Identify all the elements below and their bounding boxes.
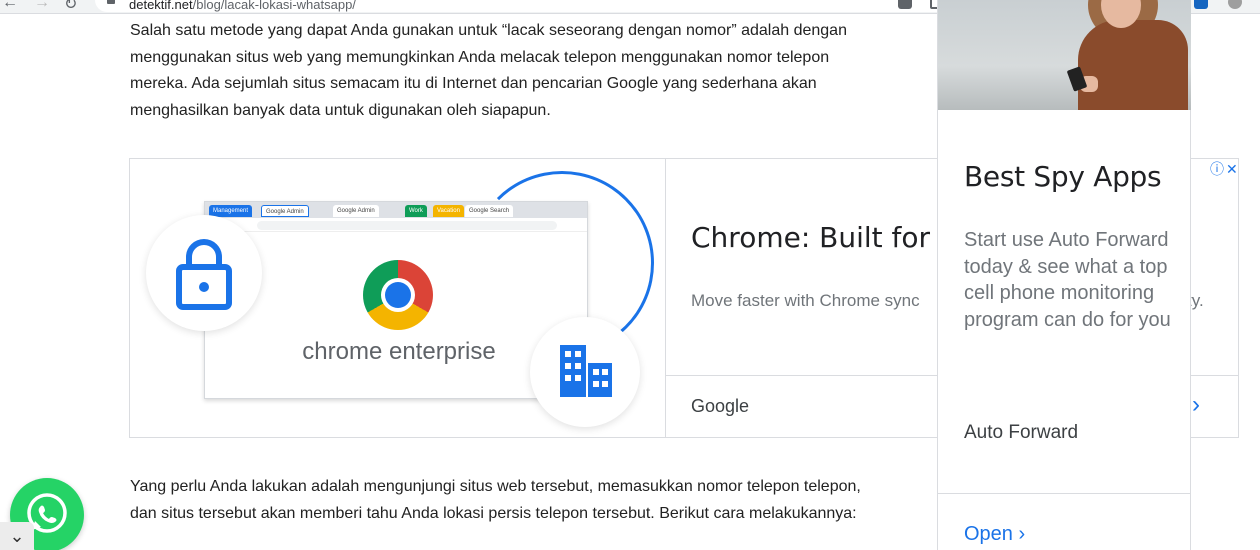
side-ad-advertiser[interactable]: Auto Forward xyxy=(964,422,1078,444)
url-domain: detektif.net xyxy=(129,0,193,12)
mockup-omnibox xyxy=(257,221,557,230)
open-button[interactable]: Open › xyxy=(964,523,1025,546)
url-text: detektif.net/blog/lacak-lokasi-whatsapp/ xyxy=(129,0,356,12)
ad-description[interactable]: Move faster with Chrome sync xyxy=(691,291,920,311)
building-badge xyxy=(530,317,640,427)
ad-advertiser[interactable]: Google xyxy=(691,396,749,417)
back-icon[interactable]: ← xyxy=(2,0,18,12)
forward-icon[interactable]: → xyxy=(34,0,50,12)
extension-icon[interactable] xyxy=(1194,0,1208,9)
share-icon[interactable] xyxy=(898,0,912,9)
chevron-right-icon: › xyxy=(1018,523,1026,545)
ad-headline[interactable]: Chrome: Built for xyxy=(691,221,930,254)
lock-icon xyxy=(107,0,115,4)
chrome-logo-icon xyxy=(363,260,433,330)
ad-choices-icon[interactable]: ⓘ✕ xyxy=(1210,159,1240,179)
mockup-address-bar xyxy=(205,218,587,232)
chevron-right-icon[interactable]: › xyxy=(1192,391,1200,419)
extension-icon[interactable] xyxy=(1228,0,1242,9)
side-ad-divider xyxy=(938,493,1191,494)
side-ad-headline[interactable]: Best Spy Apps xyxy=(964,160,1162,193)
article-paragraph: Yang perlu Anda lakukan adalah mengunjun… xyxy=(130,478,861,522)
ad-divider xyxy=(665,159,666,437)
mockup-tab: Work xyxy=(405,205,427,217)
chevron-down-icon[interactable]: ⌄ xyxy=(0,522,34,550)
mockup-tab-strip: Management Google Admin Google Admin Wor… xyxy=(205,202,587,218)
side-ad[interactable]: Best Spy Apps Start use Auto Forward tod… xyxy=(937,0,1191,550)
mockup-tab: Google Search xyxy=(465,205,514,217)
lock-badge xyxy=(146,215,262,331)
chrome-enterprise-text: chrome enterprise xyxy=(302,338,496,365)
mockup-tab: Google Admin xyxy=(333,205,379,217)
ad-image[interactable]: Management Google Admin Google Admin Wor… xyxy=(130,159,665,437)
mockup-tab: Google Admin xyxy=(261,205,309,217)
ad-photo[interactable] xyxy=(938,0,1191,110)
side-ad-description[interactable]: Start use Auto Forward today & see what … xyxy=(964,227,1179,333)
building-icon xyxy=(560,345,612,397)
mockup-tab: Vacation xyxy=(433,205,464,217)
address-bar[interactable]: detektif.net/blog/lacak-lokasi-whatsapp/ xyxy=(95,0,955,12)
open-button-label: Open xyxy=(964,523,1013,545)
url-path: /blog/lacak-lokasi-whatsapp/ xyxy=(192,0,356,12)
reload-icon[interactable]: ↻ xyxy=(64,0,77,13)
article-paragraph: Salah satu metode yang dapat Anda gunaka… xyxy=(130,22,847,119)
padlock-icon xyxy=(176,239,232,310)
